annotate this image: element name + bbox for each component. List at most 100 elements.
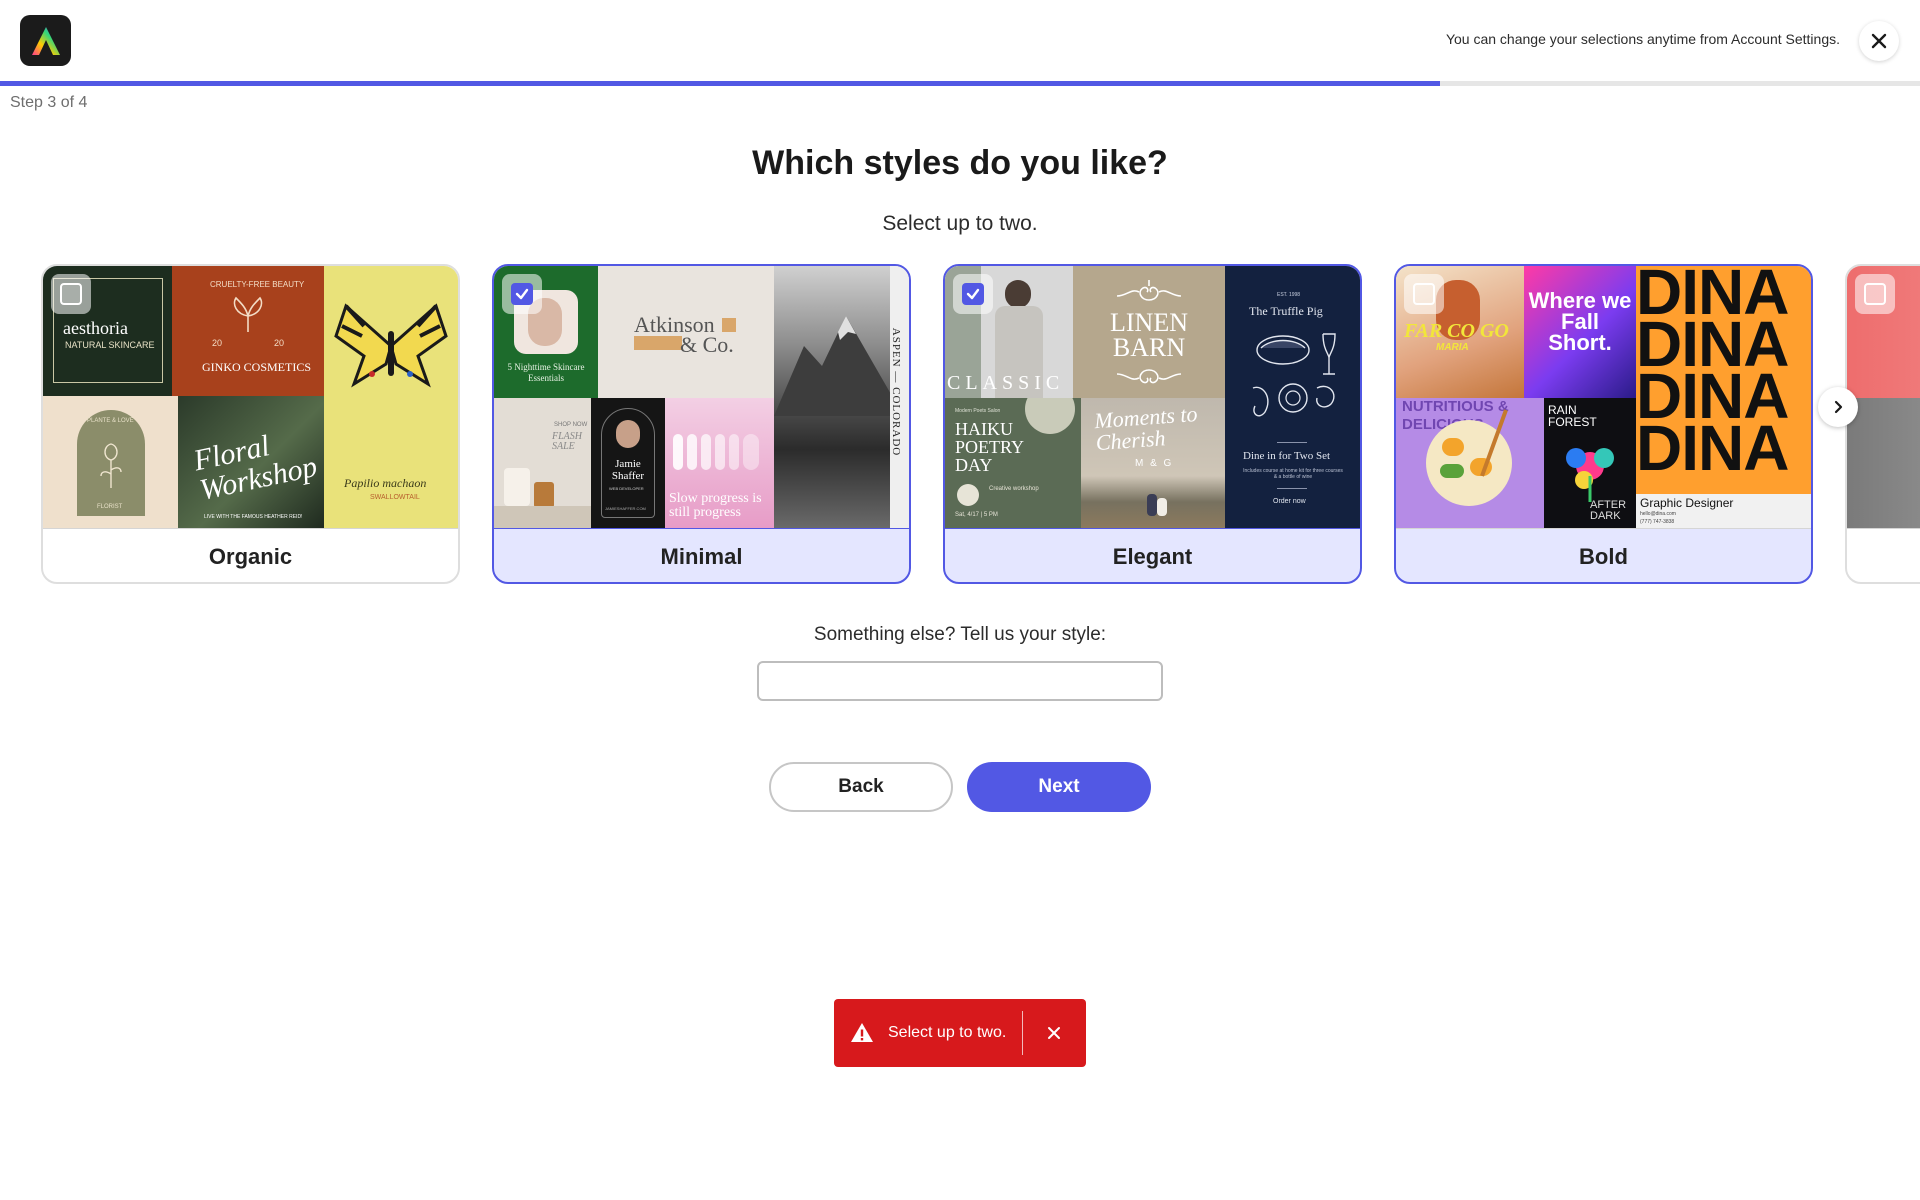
adobe-express-logo[interactable] xyxy=(20,15,71,66)
tile-text: FAR CO GO xyxy=(1404,320,1509,342)
style-card-label: Organic xyxy=(43,528,458,582)
ginko-leaf-icon xyxy=(233,296,263,332)
close-button[interactable] xyxy=(1859,21,1899,61)
close-icon xyxy=(1871,33,1887,49)
progress-bar xyxy=(0,81,1920,86)
progress-bar-fill xyxy=(0,81,1440,86)
tile-text: Where we Fall Short. xyxy=(1528,288,1632,355)
style-checkbox[interactable] xyxy=(953,274,993,314)
preview-tile-dina: DINA DINA DINA DINA Graphic Designer hel… xyxy=(1636,266,1811,528)
tile-text: (777) 747-3838 xyxy=(1640,519,1675,525)
tile-text: LINEN BARN xyxy=(1110,308,1188,362)
preview-tile-haiku: Modern Poets Salon HAIKU POETRY DAY Crea… xyxy=(945,398,1081,528)
page-subtitle: Select up to two. xyxy=(882,212,1038,235)
tile-text: DINA DINA DINA DINA xyxy=(1636,266,1789,484)
back-button[interactable]: Back xyxy=(769,762,953,812)
tile-text: Sat, 4/17 | 5 PM xyxy=(955,512,998,518)
tile-text: The Truffle Pig xyxy=(1249,304,1323,318)
alert-icon xyxy=(851,1023,873,1042)
toast-close-button[interactable] xyxy=(1034,1013,1074,1053)
tile-text: SWALLOWTAIL xyxy=(370,494,420,501)
adobe-express-logo-icon xyxy=(31,26,60,55)
tile-text: Modern Poets Salon xyxy=(955,408,1001,414)
style-card-label xyxy=(1847,528,1920,582)
style-card-preview: FAR CO GO MARIA Where we Fall Short. DIN… xyxy=(1396,266,1811,528)
preview-tile-papilio: Papilio machaon SWALLOWTAIL xyxy=(324,266,458,528)
flower-icon xyxy=(1566,448,1614,502)
style-checkbox[interactable] xyxy=(1404,274,1444,314)
tile-text: Papilio machaon xyxy=(344,476,427,490)
tile-text: NATURAL SKINCARE xyxy=(65,340,155,350)
checkbox-box xyxy=(962,283,984,305)
style-card-preview: CLASSIC LINEN BARN EST. 1998 The Truffle… xyxy=(945,266,1360,528)
tile-text: 20 xyxy=(274,338,285,348)
style-card-partial[interactable] xyxy=(1845,264,1920,584)
style-card-organic[interactable]: aesthoria NATURAL SKINCARE CRUELTY-FREE … xyxy=(41,264,460,584)
tile-text: GINKO COSMETICS xyxy=(202,360,312,374)
style-checkbox[interactable] xyxy=(502,274,542,314)
tile-text: SHOP NOW xyxy=(554,422,588,428)
checkmark-icon xyxy=(966,288,980,300)
close-icon xyxy=(1048,1027,1060,1039)
style-card-minimal[interactable]: 5 Nighttime Skincare Essentials Atkinson… xyxy=(492,264,911,584)
chevron-right-icon xyxy=(1834,400,1843,414)
style-checkbox[interactable] xyxy=(1855,274,1895,314)
tile-text: EST. 1998 xyxy=(1277,292,1301,298)
tile-text: 20 xyxy=(212,338,223,348)
tile-text: RAIN FOREST xyxy=(1548,403,1597,429)
preview-tile-linen: LINEN BARN xyxy=(1073,266,1225,398)
tile-text: JAMIESHAFFER.COM xyxy=(605,506,646,511)
toast-divider xyxy=(1022,1011,1023,1055)
tile-text: FLASH SALE xyxy=(552,431,582,452)
preview-tile-slow: Slow progress is still progress xyxy=(665,398,774,528)
preview-tile-rain: RAIN FOREST AFTER DARK xyxy=(1544,398,1636,528)
preview-tile-nutri: NUTRITIOUS & DELICIOUS xyxy=(1396,398,1544,528)
tile-text: Graphic Designer xyxy=(1640,496,1734,510)
other-style-label: Something else? Tell us your style: xyxy=(813,624,1107,645)
checkbox-box xyxy=(511,283,533,305)
page-title: Which styles do you like? xyxy=(752,144,1168,182)
mountain-icon xyxy=(774,316,892,416)
tile-text: PLANTE & LOVE xyxy=(87,418,134,424)
carousel-next-button[interactable] xyxy=(1818,387,1858,427)
preview-tile-where: Where we Fall Short. xyxy=(1524,266,1636,398)
checkbox-box xyxy=(60,283,82,305)
checkbox-box xyxy=(1864,283,1886,305)
tile-text: Dine in for Two Set xyxy=(1243,450,1331,462)
tile-text: aesthoria xyxy=(63,318,128,338)
tile-text: Jamie Shaffer xyxy=(611,458,645,482)
food-illustration-icon xyxy=(1252,333,1336,417)
toast-message: Select up to two. xyxy=(888,1024,1007,1041)
tile-text: CLASSIC xyxy=(947,372,1065,394)
style-card-label: Minimal xyxy=(494,528,909,582)
tile-text: Includes course at home kit for three co… xyxy=(1243,468,1343,480)
preview-tile-jamie: Jamie Shaffer WEB DEVELOPER JAMIESHAFFER… xyxy=(591,398,665,528)
tile-text: 5 Nighttime Skincare Essentials xyxy=(507,362,585,383)
tile-text: hello@dina.com xyxy=(1640,511,1676,517)
tile-text: Slow progress is still progress xyxy=(669,491,762,520)
settings-note: You can change your selections anytime f… xyxy=(1445,31,1840,47)
tile-text: LIVE WITH THE FAMOUS HEATHER REID! xyxy=(204,514,303,520)
tile-text: Creative workshop xyxy=(989,486,1039,492)
checkmark-icon xyxy=(515,288,529,300)
step-label: Step 3 of 4 xyxy=(10,94,88,111)
preview-tile-flash: SHOP NOW FLASH SALE xyxy=(494,398,591,528)
preview-tile-floral: Floral Workshop LIVE WITH THE FAMOUS HEA… xyxy=(178,396,324,528)
style-checkbox[interactable] xyxy=(51,274,91,314)
preview-tile-atkinson: Atkinson & Co. xyxy=(598,266,774,398)
error-toast: Select up to two. xyxy=(834,999,1086,1067)
style-card-preview: aesthoria NATURAL SKINCARE CRUELTY-FREE … xyxy=(43,266,458,528)
checkbox-box xyxy=(1413,283,1435,305)
other-style-input[interactable] xyxy=(757,661,1163,701)
butterfly-icon xyxy=(334,303,448,388)
style-card-elegant[interactable]: CLASSIC LINEN BARN EST. 1998 The Truffle… xyxy=(943,264,1362,584)
preview-tile-truffle: EST. 1998 The Truffle Pig Dine in for Tw… xyxy=(1225,266,1360,528)
tile-text: HAIKU POETRY DAY xyxy=(955,419,1024,475)
tile-text: MARIA xyxy=(1436,342,1469,353)
next-button[interactable]: Next xyxy=(967,762,1151,812)
style-card-bold[interactable]: FAR CO GO MARIA Where we Fall Short. DIN… xyxy=(1394,264,1813,584)
preview-tile xyxy=(1847,398,1920,528)
preview-tile-moments: Moments to Cherish M & G xyxy=(1081,398,1225,528)
style-card-preview: 5 Nighttime Skincare Essentials Atkinson… xyxy=(494,266,909,528)
preview-tile-ginko: CRUELTY-FREE BEAUTY 20 20 GINKO COSMETIC… xyxy=(172,266,324,396)
